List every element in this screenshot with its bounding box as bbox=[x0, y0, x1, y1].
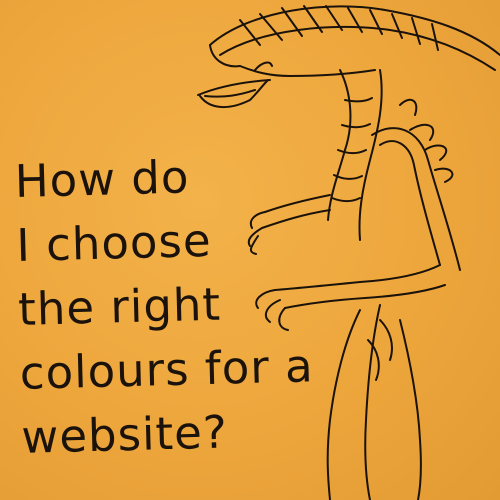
text-line-2: I choose bbox=[15, 213, 213, 272]
text-line-3: the right bbox=[17, 277, 222, 336]
text-line-1: How do bbox=[14, 150, 191, 208]
handwritten-question: How do I choose the right colours for a … bbox=[14, 142, 322, 470]
sticky-note: How do I choose the right colours for a … bbox=[0, 0, 500, 500]
text-line-4: colours for a bbox=[19, 339, 315, 400]
text-line-5: website? bbox=[20, 405, 229, 464]
